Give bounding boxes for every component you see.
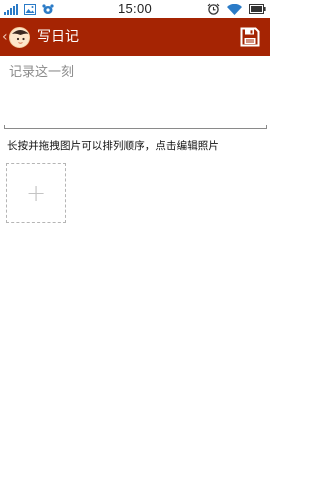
page-title: 写日记 — [37, 29, 79, 45]
plus-icon: + — [25, 179, 47, 207]
diary-text-input[interactable] — [4, 59, 267, 125]
battery-icon — [249, 4, 266, 14]
wifi-icon — [227, 3, 242, 15]
title-bar: ‹ 写日记 — [0, 18, 270, 56]
back-button[interactable]: ‹ — [2, 18, 30, 56]
add-photo-button[interactable]: + — [6, 163, 66, 223]
status-right-icons — [207, 3, 266, 15]
avatar — [8, 26, 30, 48]
face-avatar-icon — [10, 28, 29, 47]
status-bar: 15:00 — [0, 0, 270, 18]
save-icon[interactable] — [240, 27, 260, 47]
alarm-icon — [207, 3, 220, 15]
input-underline — [4, 125, 267, 129]
chevron-left-icon: ‹ — [2, 29, 8, 45]
photo-hint-text: 长按并拖拽图片可以排列顺序，点击编辑照片 — [7, 140, 219, 152]
